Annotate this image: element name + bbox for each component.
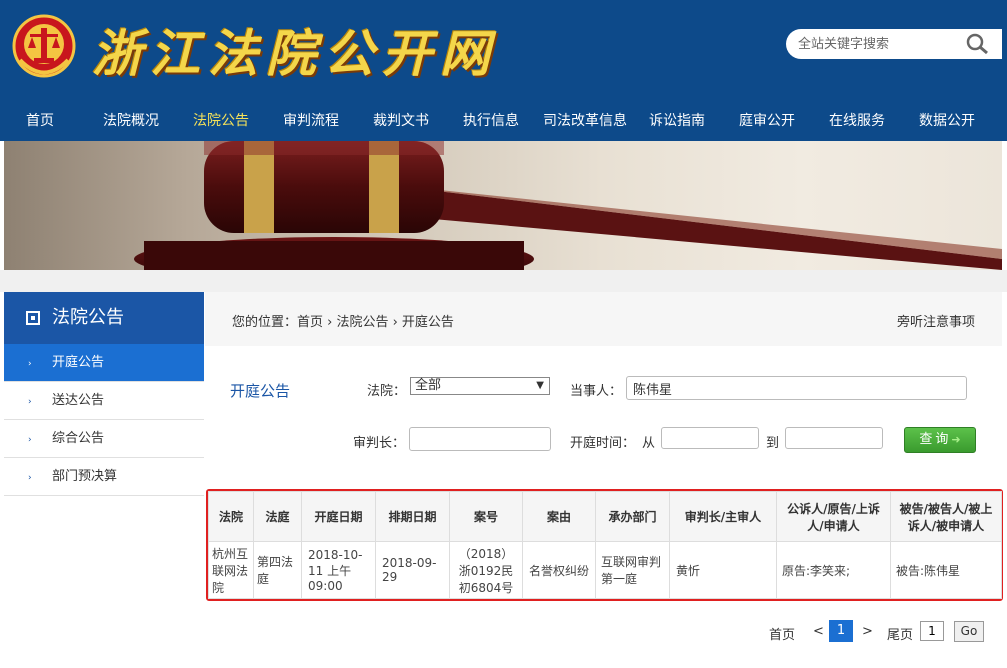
cell-cause: 名誉权纠纷 xyxy=(522,541,596,599)
judge-input[interactable] xyxy=(409,427,551,451)
sidebar-item-label: 综合公告 xyxy=(52,431,105,446)
sidebar-item-hearing-notices[interactable]: › 开庭公告 xyxy=(4,344,204,382)
sidebar-item-service-notices[interactable]: › 送达公告 xyxy=(4,382,204,420)
main-content: 您的位置：首页 › 法院公告 › 开庭公告 旁听注意事项 开庭公告 法院： 全部… xyxy=(205,292,1003,668)
chevron-right-icon: › xyxy=(28,435,32,445)
gavel-illustration xyxy=(134,141,1002,270)
goto-page-input[interactable] xyxy=(920,621,944,641)
party-label: 当事人： xyxy=(570,384,623,399)
col-header-hearing-date: 开庭日期 xyxy=(301,490,376,543)
nav-item-data-open[interactable]: 数据公开 xyxy=(919,102,975,140)
court-emblem-icon xyxy=(12,14,76,78)
nav-item-judicial-reform[interactable]: 司法改革信息 xyxy=(543,102,627,140)
cell-defendant: 被告:陈伟星 xyxy=(890,541,1002,599)
form-title: 开庭公告 xyxy=(230,382,291,400)
nav-item-court-overview[interactable]: 法院概况 xyxy=(103,102,159,140)
col-header-plaintiff: 公诉人/原告/上诉人/申请人 xyxy=(776,490,891,543)
gavel-banner xyxy=(4,141,1002,270)
col-header-courtroom: 法庭 xyxy=(253,490,302,543)
court-select[interactable]: 全部 ▼ xyxy=(410,377,550,395)
first-page-link[interactable]: 首页 xyxy=(769,624,795,643)
cell-department: 互联网审判第一庭 xyxy=(595,541,670,599)
date-to-input[interactable] xyxy=(785,427,883,449)
chevron-right-icon: › xyxy=(28,473,32,483)
sidebar-item-label: 部门预决算 xyxy=(52,469,118,484)
hearing-date-label: 开庭时间： xyxy=(570,436,636,451)
sidebar-title-label: 法院公告 xyxy=(52,307,124,328)
nav-item-trial-process[interactable]: 审判流程 xyxy=(283,102,339,140)
breadcrumb: 您的位置：首页 › 法院公告 › 开庭公告 xyxy=(232,315,454,330)
table-row[interactable]: 杭州互联网法院 第四法庭 2018-10-11 上午09:00 2018-09-… xyxy=(208,541,1002,599)
col-header-judge: 审判长/主审人 xyxy=(669,490,777,543)
cell-hearing-date: 2018-10-11 上午09:00 xyxy=(301,541,376,599)
sidebar-title: 法院公告 xyxy=(4,292,204,344)
site-header: 浙江法院公开网 首页 法院概况 法院公告 审判流程 裁判文书 执行信息 司法改革… xyxy=(0,0,1007,141)
sidebar-item-general-notices[interactable]: › 综合公告 xyxy=(4,420,204,458)
sidebar-item-budget[interactable]: › 部门预决算 xyxy=(4,458,204,496)
col-header-court: 法院 xyxy=(208,490,254,543)
search-input[interactable] xyxy=(798,34,958,54)
results-table: 法院 法庭 开庭日期 排期日期 案号 案由 承办部门 审判长/主审人 公诉人/原… xyxy=(208,490,1002,599)
last-page-link[interactable]: 尾页 xyxy=(887,624,913,643)
cell-case-number: （2018）浙0192民初6804号 xyxy=(449,541,523,599)
sidebar-item-label: 开庭公告 xyxy=(52,355,105,370)
date-to-label: 到 xyxy=(766,436,780,451)
caret-down-icon: ▼ xyxy=(536,380,544,391)
search-icon[interactable] xyxy=(966,33,990,55)
cell-court: 杭州互联网法院 xyxy=(208,541,254,599)
nav-item-execution[interactable]: 执行信息 xyxy=(463,102,519,140)
go-button[interactable]: Go xyxy=(954,621,984,642)
arrow-right-icon: ➜ xyxy=(951,433,961,446)
cell-judge: 黄忻 xyxy=(669,541,777,599)
date-from-label: 从 xyxy=(642,436,656,451)
current-page-button[interactable]: 1 xyxy=(829,620,853,642)
col-header-defendant: 被告/被告人/被上诉人/被申请人 xyxy=(890,490,1002,543)
breadcrumb-bar: 您的位置：首页 › 法院公告 › 开庭公告 旁听注意事项 xyxy=(205,292,1002,346)
cell-courtroom: 第四法庭 xyxy=(253,541,302,599)
main-nav: 首页 法院概况 法院公告 审判流程 裁判文书 执行信息 司法改革信息 诉讼指南 … xyxy=(0,102,1007,141)
nav-item-trial-live[interactable]: 庭审公开 xyxy=(739,102,795,140)
col-header-cause: 案由 xyxy=(522,490,596,543)
chevron-right-icon: › xyxy=(28,397,32,407)
nav-item-litigation-guide[interactable]: 诉讼指南 xyxy=(649,102,705,140)
court-label: 法院： xyxy=(367,384,407,399)
judge-label: 审判长： xyxy=(353,436,406,451)
nav-item-online-service[interactable]: 在线服务 xyxy=(829,102,885,140)
query-button[interactable]: 查询➜ xyxy=(904,427,976,453)
separator-band xyxy=(0,270,1007,292)
col-header-case-number: 案号 xyxy=(449,490,523,543)
nav-item-judgments[interactable]: 裁判文书 xyxy=(373,102,429,140)
nav-item-court-notices[interactable]: 法院公告 xyxy=(193,102,249,140)
query-button-label: 查询 xyxy=(919,432,952,447)
chevron-right-icon: › xyxy=(28,359,32,369)
sidebar-item-label: 送达公告 xyxy=(52,393,105,408)
attendance-notice-link[interactable]: 旁听注意事项 xyxy=(897,311,975,330)
court-select-value: 全部 xyxy=(415,378,442,393)
prev-page-link[interactable]: < xyxy=(813,624,824,639)
cell-schedule-date: 2018-09-29 xyxy=(375,541,450,599)
cell-plaintiff: 原告:李笑来; xyxy=(776,541,891,599)
table-header-row: 法院 法庭 开庭日期 排期日期 案号 案由 承办部门 审判长/主审人 公诉人/原… xyxy=(208,490,1002,543)
site-title: 浙江法院公开网 xyxy=(92,24,498,83)
nav-item-home[interactable]: 首页 xyxy=(26,102,54,140)
col-header-department: 承办部门 xyxy=(595,490,670,543)
sidebar: 法院公告 › 开庭公告 › 送达公告 › 综合公告 › 部门预决算 xyxy=(4,292,204,668)
next-page-link[interactable]: > xyxy=(862,624,873,639)
square-bullet-icon xyxy=(26,311,40,325)
col-header-schedule-date: 排期日期 xyxy=(375,490,450,543)
results-table-highlight: 法院 法庭 开庭日期 排期日期 案号 案由 承办部门 审判长/主审人 公诉人/原… xyxy=(206,489,1003,601)
date-from-input[interactable] xyxy=(661,427,759,449)
party-input[interactable] xyxy=(626,376,967,400)
search-box xyxy=(786,29,1002,59)
